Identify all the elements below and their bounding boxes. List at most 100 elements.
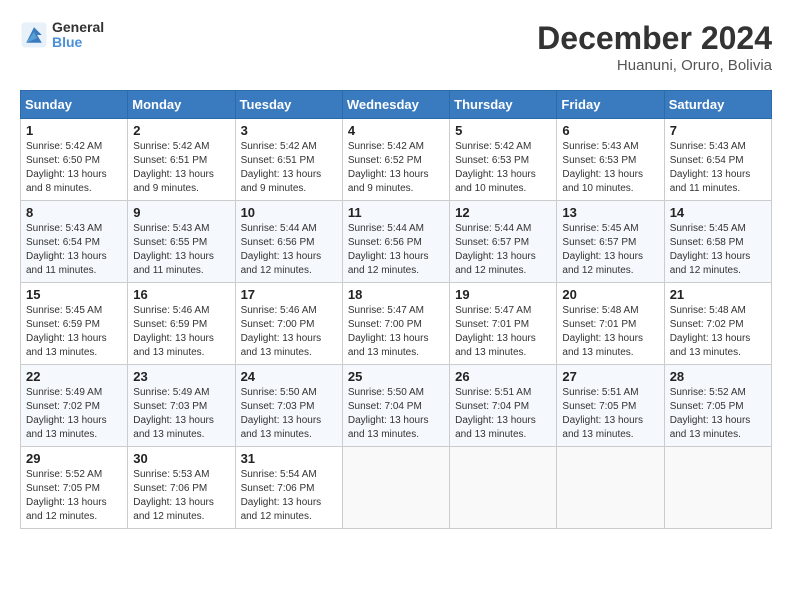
day-info: Sunrise: 5:44 AMSunset: 6:56 PMDaylight:… (241, 222, 337, 278)
day-info: Sunrise: 5:51 AMSunset: 7:04 PMDaylight:… (455, 386, 551, 442)
day-number: 12 (455, 205, 551, 220)
day-number: 4 (348, 123, 444, 138)
col-thursday: Thursday (450, 91, 557, 119)
empty-cell (342, 447, 449, 529)
day-info: Sunrise: 5:43 AMSunset: 6:54 PMDaylight:… (670, 140, 766, 196)
col-sunday: Sunday (21, 91, 128, 119)
day-info: Sunrise: 5:47 AMSunset: 7:00 PMDaylight:… (348, 304, 444, 360)
day-info: Sunrise: 5:42 AMSunset: 6:53 PMDaylight:… (455, 140, 551, 196)
logo-text: General Blue (52, 20, 104, 51)
day-info: Sunrise: 5:46 AMSunset: 7:00 PMDaylight:… (241, 304, 337, 360)
page-header: General Blue December 2024 Huanuni, Orur… (20, 20, 772, 74)
day-number: 7 (670, 123, 766, 138)
day-12: 12 Sunrise: 5:44 AMSunset: 6:57 PMDaylig… (450, 201, 557, 283)
day-5: 5 Sunrise: 5:42 AMSunset: 6:53 PMDayligh… (450, 119, 557, 201)
day-3: 3 Sunrise: 5:42 AMSunset: 6:51 PMDayligh… (235, 119, 342, 201)
day-number: 25 (348, 369, 444, 384)
day-26: 26 Sunrise: 5:51 AMSunset: 7:04 PMDaylig… (450, 365, 557, 447)
day-number: 2 (133, 123, 229, 138)
day-number: 16 (133, 287, 229, 302)
day-22: 22 Sunrise: 5:49 AMSunset: 7:02 PMDaylig… (21, 365, 128, 447)
day-21: 21 Sunrise: 5:48 AMSunset: 7:02 PMDaylig… (664, 283, 771, 365)
month-title: December 2024 (537, 20, 772, 57)
day-10: 10 Sunrise: 5:44 AMSunset: 6:56 PMDaylig… (235, 201, 342, 283)
day-info: Sunrise: 5:43 AMSunset: 6:54 PMDaylight:… (26, 222, 122, 278)
day-number: 10 (241, 205, 337, 220)
day-info: Sunrise: 5:42 AMSunset: 6:51 PMDaylight:… (241, 140, 337, 196)
day-number: 21 (670, 287, 766, 302)
day-9: 9 Sunrise: 5:43 AMSunset: 6:55 PMDayligh… (128, 201, 235, 283)
day-info: Sunrise: 5:54 AMSunset: 7:06 PMDaylight:… (241, 468, 337, 524)
col-tuesday: Tuesday (235, 91, 342, 119)
day-info: Sunrise: 5:44 AMSunset: 6:56 PMDaylight:… (348, 222, 444, 278)
day-number: 15 (26, 287, 122, 302)
day-number: 9 (133, 205, 229, 220)
day-info: Sunrise: 5:42 AMSunset: 6:52 PMDaylight:… (348, 140, 444, 196)
day-info: Sunrise: 5:44 AMSunset: 6:57 PMDaylight:… (455, 222, 551, 278)
day-info: Sunrise: 5:45 AMSunset: 6:58 PMDaylight:… (670, 222, 766, 278)
week-row-3: 15 Sunrise: 5:45 AMSunset: 6:59 PMDaylig… (21, 283, 772, 365)
logo-line2: Blue (52, 35, 104, 50)
week-row-2: 8 Sunrise: 5:43 AMSunset: 6:54 PMDayligh… (21, 201, 772, 283)
day-info: Sunrise: 5:42 AMSunset: 6:50 PMDaylight:… (26, 140, 122, 196)
day-number: 30 (133, 451, 229, 466)
day-31: 31 Sunrise: 5:54 AMSunset: 7:06 PMDaylig… (235, 447, 342, 529)
day-number: 23 (133, 369, 229, 384)
day-number: 28 (670, 369, 766, 384)
col-saturday: Saturday (664, 91, 771, 119)
day-info: Sunrise: 5:51 AMSunset: 7:05 PMDaylight:… (562, 386, 658, 442)
day-28: 28 Sunrise: 5:52 AMSunset: 7:05 PMDaylig… (664, 365, 771, 447)
day-info: Sunrise: 5:48 AMSunset: 7:02 PMDaylight:… (670, 304, 766, 360)
day-number: 14 (670, 205, 766, 220)
week-row-4: 22 Sunrise: 5:49 AMSunset: 7:02 PMDaylig… (21, 365, 772, 447)
day-info: Sunrise: 5:52 AMSunset: 7:05 PMDaylight:… (670, 386, 766, 442)
day-30: 30 Sunrise: 5:53 AMSunset: 7:06 PMDaylig… (128, 447, 235, 529)
day-19: 19 Sunrise: 5:47 AMSunset: 7:01 PMDaylig… (450, 283, 557, 365)
day-number: 19 (455, 287, 551, 302)
day-20: 20 Sunrise: 5:48 AMSunset: 7:01 PMDaylig… (557, 283, 664, 365)
day-11: 11 Sunrise: 5:44 AMSunset: 6:56 PMDaylig… (342, 201, 449, 283)
week-row-1: 1 Sunrise: 5:42 AMSunset: 6:50 PMDayligh… (21, 119, 772, 201)
day-17: 17 Sunrise: 5:46 AMSunset: 7:00 PMDaylig… (235, 283, 342, 365)
day-16: 16 Sunrise: 5:46 AMSunset: 6:59 PMDaylig… (128, 283, 235, 365)
day-number: 17 (241, 287, 337, 302)
day-info: Sunrise: 5:45 AMSunset: 6:57 PMDaylight:… (562, 222, 658, 278)
logo-line1: General (52, 20, 104, 35)
logo-icon (20, 21, 48, 49)
day-info: Sunrise: 5:45 AMSunset: 6:59 PMDaylight:… (26, 304, 122, 360)
day-18: 18 Sunrise: 5:47 AMSunset: 7:00 PMDaylig… (342, 283, 449, 365)
day-4: 4 Sunrise: 5:42 AMSunset: 6:52 PMDayligh… (342, 119, 449, 201)
day-info: Sunrise: 5:47 AMSunset: 7:01 PMDaylight:… (455, 304, 551, 360)
day-info: Sunrise: 5:49 AMSunset: 7:02 PMDaylight:… (26, 386, 122, 442)
day-info: Sunrise: 5:50 AMSunset: 7:04 PMDaylight:… (348, 386, 444, 442)
day-number: 3 (241, 123, 337, 138)
empty-cell (664, 447, 771, 529)
day-number: 13 (562, 205, 658, 220)
day-24: 24 Sunrise: 5:50 AMSunset: 7:03 PMDaylig… (235, 365, 342, 447)
day-27: 27 Sunrise: 5:51 AMSunset: 7:05 PMDaylig… (557, 365, 664, 447)
empty-cell (557, 447, 664, 529)
day-number: 6 (562, 123, 658, 138)
col-wednesday: Wednesday (342, 91, 449, 119)
day-15: 15 Sunrise: 5:45 AMSunset: 6:59 PMDaylig… (21, 283, 128, 365)
day-29: 29 Sunrise: 5:52 AMSunset: 7:05 PMDaylig… (21, 447, 128, 529)
day-number: 29 (26, 451, 122, 466)
day-6: 6 Sunrise: 5:43 AMSunset: 6:53 PMDayligh… (557, 119, 664, 201)
day-number: 24 (241, 369, 337, 384)
day-number: 27 (562, 369, 658, 384)
day-info: Sunrise: 5:46 AMSunset: 6:59 PMDaylight:… (133, 304, 229, 360)
day-info: Sunrise: 5:43 AMSunset: 6:55 PMDaylight:… (133, 222, 229, 278)
location-label: Huanuni, Oruro, Bolivia (537, 57, 772, 74)
day-number: 1 (26, 123, 122, 138)
day-info: Sunrise: 5:52 AMSunset: 7:05 PMDaylight:… (26, 468, 122, 524)
day-info: Sunrise: 5:49 AMSunset: 7:03 PMDaylight:… (133, 386, 229, 442)
day-8: 8 Sunrise: 5:43 AMSunset: 6:54 PMDayligh… (21, 201, 128, 283)
day-2: 2 Sunrise: 5:42 AMSunset: 6:51 PMDayligh… (128, 119, 235, 201)
day-info: Sunrise: 5:42 AMSunset: 6:51 PMDaylight:… (133, 140, 229, 196)
day-number: 22 (26, 369, 122, 384)
logo: General Blue (20, 20, 104, 51)
day-info: Sunrise: 5:48 AMSunset: 7:01 PMDaylight:… (562, 304, 658, 360)
calendar-table: Sunday Monday Tuesday Wednesday Thursday… (20, 90, 772, 529)
day-number: 20 (562, 287, 658, 302)
day-info: Sunrise: 5:50 AMSunset: 7:03 PMDaylight:… (241, 386, 337, 442)
